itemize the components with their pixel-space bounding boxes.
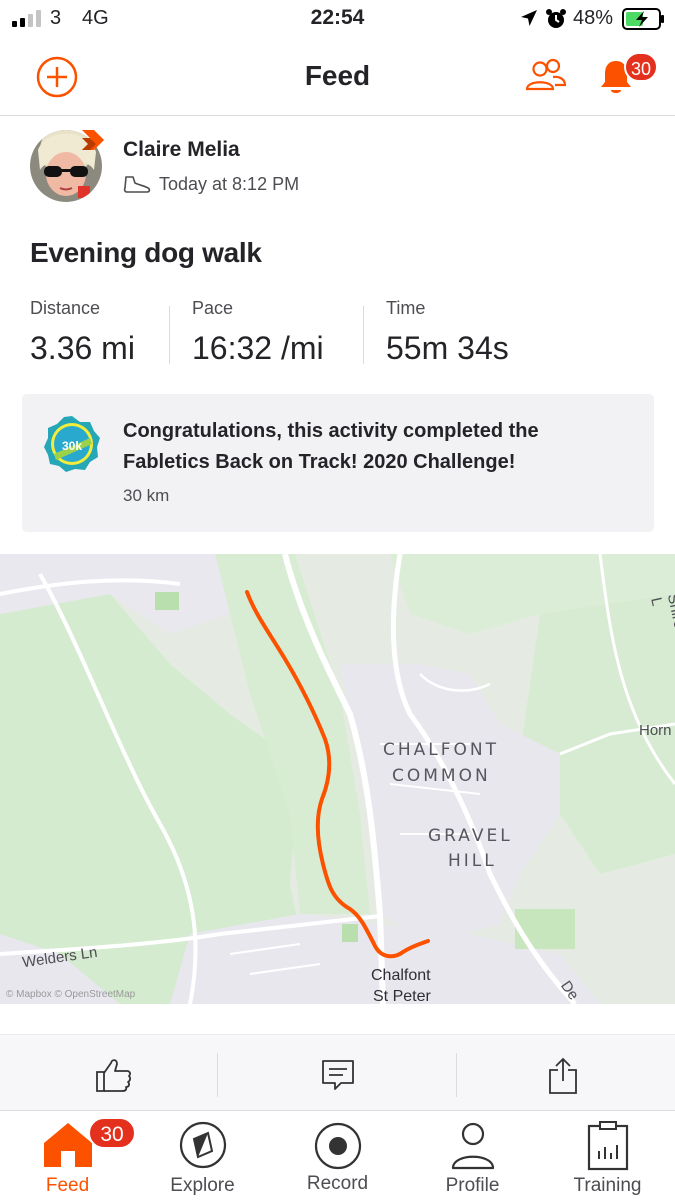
stat-divider [169, 306, 170, 364]
like-icon [95, 1059, 131, 1092]
alarm-clock-icon [546, 9, 566, 28]
map-label-gravel: GRAVEL [428, 826, 513, 846]
tab-label: Training [573, 1175, 642, 1196]
map-label-horn: Horn [639, 722, 672, 739]
activity-map[interactable]: CHALFONT COMMON GRAVEL HILL Chalfont St … [0, 554, 675, 1004]
challenge-text: Congratulations, this activity completed… [123, 420, 539, 473]
bottom-tab-bar: 30 Feed Explore Record Profile Training [0, 1110, 675, 1200]
feed-badge: 30 [88, 1117, 136, 1149]
tab-label: Explore [170, 1175, 235, 1196]
stat-distance: Distance 3.36 mi [30, 298, 135, 367]
map-label-chalfont-st-peter: Chalfont [371, 967, 431, 984]
svg-text:30k: 30k [62, 439, 82, 453]
share-button[interactable] [450, 1035, 675, 1111]
comment-icon [321, 1060, 354, 1090]
map-label-chalfont: CHALFONT [383, 740, 500, 760]
profile-person-icon [451, 1122, 494, 1170]
activity-timestamp: Today at 8:12 PM [159, 174, 300, 194]
notification-count-badge: 30 [624, 52, 659, 82]
kudos-button[interactable] [0, 1035, 225, 1111]
training-log-icon [587, 1121, 628, 1171]
battery-charging-icon [622, 8, 664, 30]
tab-training[interactable]: Training [540, 1111, 675, 1200]
tab-label: Record [306, 1173, 369, 1194]
stat-divider [363, 306, 364, 364]
status-bar: 3 4G 22:54 48% [0, 0, 675, 38]
map-tiles [0, 554, 675, 1004]
stat-label: Distance [30, 298, 101, 318]
stat-value: 55m 34s [386, 330, 509, 366]
stat-value: 3.36 mi [30, 330, 135, 366]
feed-header: Feed 30 [0, 38, 675, 116]
map-label-common: COMMON [392, 766, 491, 786]
map-label-hill: HILL [448, 851, 497, 871]
tab-profile[interactable]: Profile [405, 1111, 540, 1200]
battery-percentage: 48% [573, 7, 614, 29]
tab-feed[interactable]: 30 Feed [0, 1111, 136, 1200]
location-arrow-icon [521, 10, 537, 26]
challenge-badge-icon: 30k [44, 416, 100, 472]
activity-title[interactable]: Evening dog walk [30, 237, 262, 269]
activity-actions [0, 1034, 675, 1110]
stat-label: Time [386, 298, 426, 318]
tab-label: Feed [45, 1175, 90, 1196]
card-spacer [0, 1004, 675, 1034]
activity-meta: Today at 8:12 PM [123, 174, 299, 195]
comment-button[interactable] [225, 1035, 450, 1111]
map-attribution[interactable]: © Mapbox © OpenStreetMap [6, 989, 135, 1000]
stat-pace: Pace 16:32 /mi [192, 298, 324, 367]
stat-value: 16:32 /mi [192, 330, 324, 366]
map-label-st-peter: St Peter [373, 988, 431, 1004]
share-icon [548, 1057, 577, 1094]
challenge-distance: 30 km [123, 486, 170, 505]
find-friends-icon[interactable] [525, 58, 567, 92]
activity-stats: Distance 3.36 mi Pace 16:32 /mi Time 55m… [30, 298, 650, 368]
compass-icon [179, 1121, 226, 1169]
activity-athlete-header[interactable]: Claire Melia Today at 8:12 PM [30, 130, 650, 210]
athlete-name[interactable]: Claire Melia [123, 138, 240, 162]
challenge-completed-card[interactable]: 30k Congratulations, this activity compl… [22, 394, 654, 532]
stat-time: Time 55m 34s [386, 298, 509, 367]
home-icon [43, 1123, 92, 1167]
tab-label: Profile [445, 1175, 500, 1196]
stat-label: Pace [192, 298, 234, 318]
subscriber-badge-icon [82, 130, 104, 150]
tab-record[interactable]: Record [270, 1111, 405, 1200]
action-divider [217, 1053, 218, 1097]
record-icon [314, 1122, 361, 1170]
tab-explore[interactable]: Explore [135, 1111, 270, 1200]
shoe-icon [123, 175, 151, 193]
page-title: Feed [304, 60, 371, 91]
